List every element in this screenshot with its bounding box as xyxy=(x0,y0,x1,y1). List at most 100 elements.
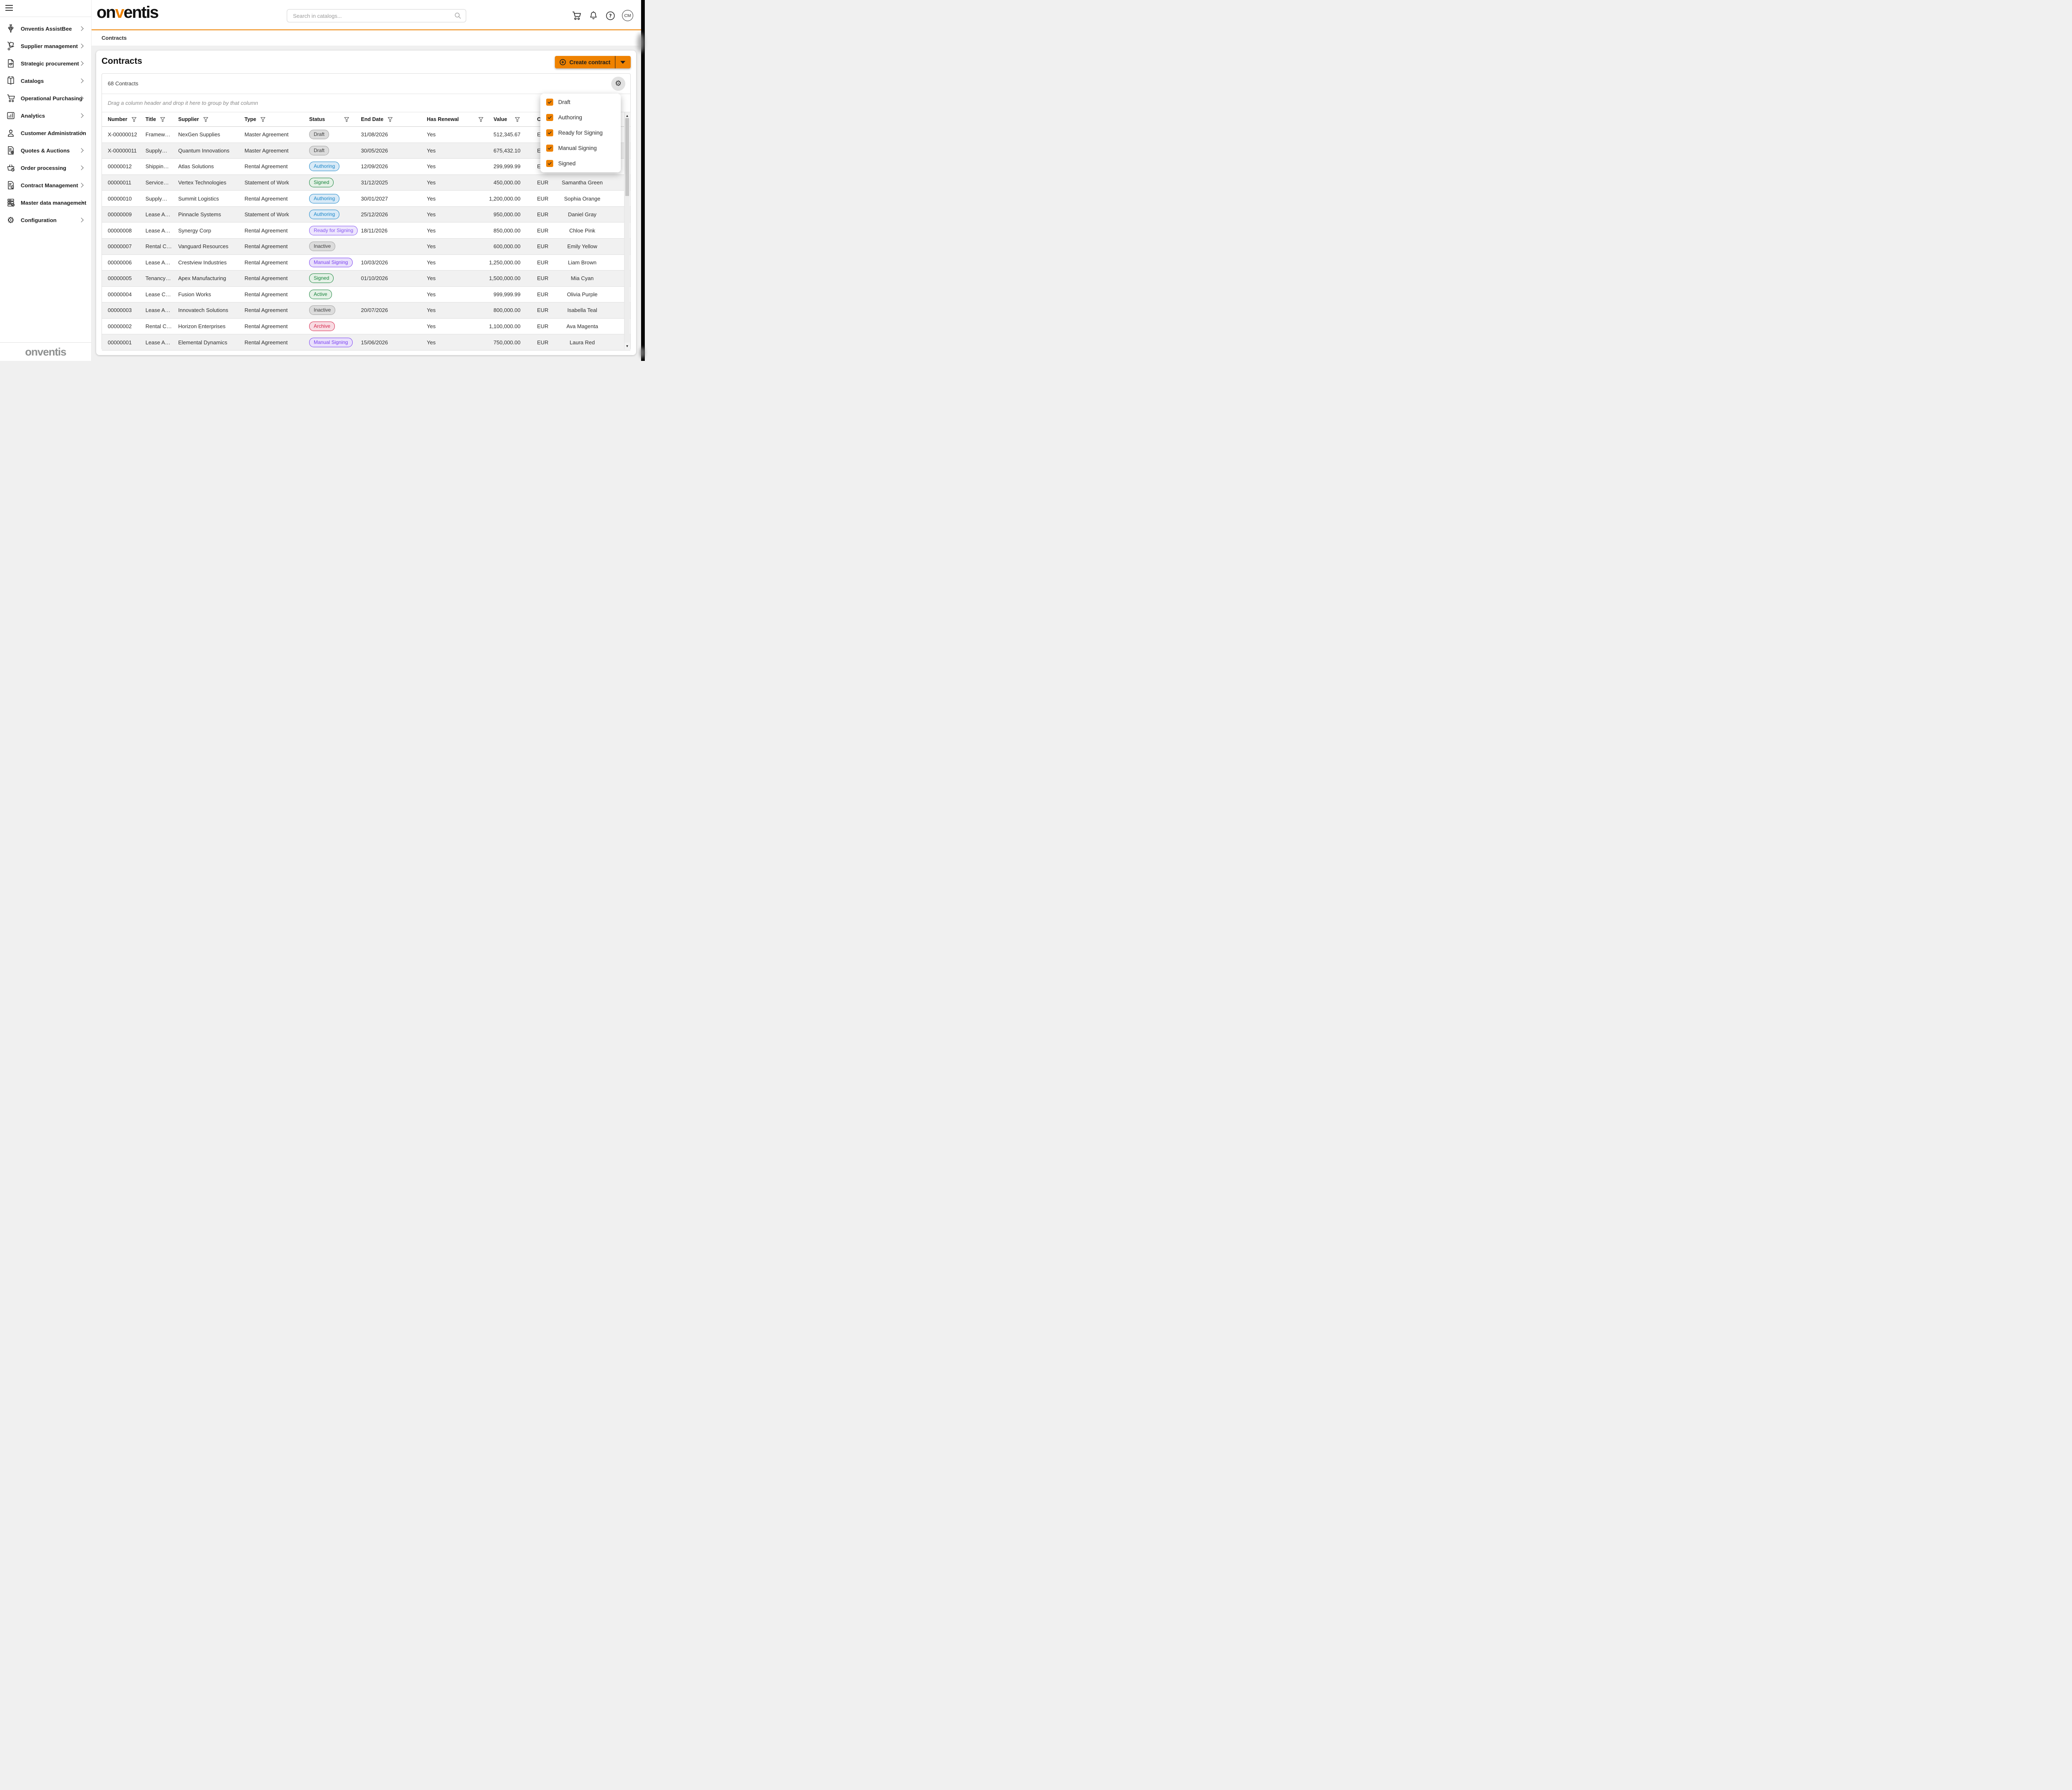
user-avatar[interactable]: CM xyxy=(622,10,633,21)
checked-checkbox-icon[interactable] xyxy=(546,160,553,167)
hand-truck-icon xyxy=(6,41,16,51)
column-settings-button[interactable]: ⚙ xyxy=(611,77,625,91)
column-header-number[interactable]: Number xyxy=(102,112,145,126)
search-input[interactable] xyxy=(292,12,454,19)
help-icon[interactable]: ? xyxy=(605,11,615,21)
table-row[interactable]: 00000003 Lease A… Innovatech Solutions R… xyxy=(102,302,630,319)
filter-funnel-icon[interactable] xyxy=(387,117,393,122)
sidebar-item-analytics[interactable]: Analytics xyxy=(0,107,91,124)
document-paragraph-icon: § xyxy=(6,180,16,190)
chevron-right-icon xyxy=(79,165,83,170)
table-row[interactable]: 00000005 Tenancy… Apex Manufacturing Ren… xyxy=(102,271,630,287)
status-badge: Draft xyxy=(309,146,329,155)
checked-checkbox-icon[interactable] xyxy=(546,99,553,106)
bell-icon[interactable] xyxy=(588,11,598,21)
filter-funnel-icon[interactable] xyxy=(515,117,520,122)
sidebar-item-master-data-management[interactable]: Master data management xyxy=(0,194,91,211)
screen-edge-smudge xyxy=(637,33,644,52)
status-badge: Authoring xyxy=(309,210,339,219)
table-row[interactable]: 00000007 Rental C… Vanguard Resources Re… xyxy=(102,239,630,255)
scroll-down-button[interactable]: ▼ xyxy=(625,343,630,349)
sidebar-item-customer-administration[interactable]: Customer Administration xyxy=(0,124,91,142)
sidebar-item-contract-management[interactable]: § Contract Management xyxy=(0,177,91,194)
sidebar-item-operational-purchasing[interactable]: Operational Purchasing xyxy=(0,90,91,107)
cell-supplier: Vanguard Resources xyxy=(178,239,244,254)
cell-has-renewal: Yes xyxy=(427,159,494,174)
cell-value: 512,345.67 xyxy=(494,127,537,143)
status-filter-option-ready-for-signing[interactable]: Ready for Signing xyxy=(540,125,621,140)
checked-checkbox-icon[interactable] xyxy=(546,129,553,136)
cell-end-date: 18/11/2026 xyxy=(361,223,427,238)
create-contract-dropdown-button[interactable] xyxy=(615,61,631,64)
cell-status: Draft xyxy=(309,127,361,143)
status-filter-option-authoring[interactable]: Authoring xyxy=(540,110,621,125)
cell-supplier: Innovatech Solutions xyxy=(178,302,244,318)
table-row[interactable]: 00000001 Lease A… Elemental Dynamics Ren… xyxy=(102,334,630,351)
sidebar-item-strategic-procurement[interactable]: Strategic procurement xyxy=(0,55,91,72)
search-icon[interactable] xyxy=(454,12,462,20)
sidebar-item-label: Onventis AssistBee xyxy=(21,26,72,32)
filter-funnel-icon[interactable] xyxy=(478,117,484,122)
document-handshake-icon xyxy=(6,58,16,68)
column-header-end-date[interactable]: End Date xyxy=(361,112,427,126)
column-header-status[interactable]: Status xyxy=(309,112,361,126)
chevron-down-icon xyxy=(620,61,625,64)
table-row[interactable]: 00000010 Supply… Summit Logistics Rental… xyxy=(102,191,630,207)
filter-funnel-icon[interactable] xyxy=(344,117,349,122)
filter-funnel-icon[interactable] xyxy=(203,117,208,122)
column-header-has-renewal[interactable]: Has Renewal xyxy=(427,112,494,126)
status-badge: Manual Signing xyxy=(309,338,353,347)
sidebar-item-order-processing[interactable]: Order processing xyxy=(0,159,91,177)
cell-supplier: Elemental Dynamics xyxy=(178,334,244,350)
cell-number: 00000007 xyxy=(102,239,145,254)
cell-currency: EUR xyxy=(537,175,553,191)
cell-has-renewal: Yes xyxy=(427,271,494,286)
cell-type: Master Agreement xyxy=(244,127,309,143)
chevron-right-icon xyxy=(79,148,83,152)
breadcrumb[interactable]: Contracts xyxy=(102,35,127,41)
vertical-scrollbar[interactable]: ▲ ▼ xyxy=(624,112,630,349)
checked-checkbox-icon[interactable] xyxy=(546,114,553,121)
sidebar-item-label: Analytics xyxy=(21,113,45,119)
user-icon xyxy=(6,128,16,138)
filter-funnel-icon[interactable] xyxy=(131,117,137,122)
sidebar-item-configuration[interactable]: ⚙ Configuration xyxy=(0,211,91,229)
table-row[interactable]: 00000008 Lease A… Synergy Corp Rental Ag… xyxy=(102,223,630,239)
column-header-type[interactable]: Type xyxy=(244,112,309,126)
status-filter-option-manual-signing[interactable]: Manual Signing xyxy=(540,140,621,156)
filter-funnel-icon[interactable] xyxy=(160,117,165,122)
table-row[interactable]: 00000009 Lease A… Pinnacle Systems State… xyxy=(102,207,630,223)
filter-funnel-icon[interactable] xyxy=(260,117,266,122)
status-filter-option-signed[interactable]: Signed xyxy=(540,156,621,171)
checked-checkbox-icon[interactable] xyxy=(546,145,553,152)
column-header-supplier[interactable]: Supplier xyxy=(178,112,244,126)
cell-end-date: 12/09/2026 xyxy=(361,159,427,174)
table-row[interactable]: 00000002 Rental C… Horizon Enterprises R… xyxy=(102,319,630,335)
column-header-value[interactable]: Value xyxy=(494,112,537,126)
cell-currency: EUR xyxy=(537,255,553,271)
cell-number: X-00000012 xyxy=(102,127,145,143)
status-badge: Manual Signing xyxy=(309,258,353,267)
cell-contact: Samantha Green xyxy=(553,175,612,191)
bar-chart-icon xyxy=(6,111,16,121)
hamburger-menu-icon[interactable] xyxy=(5,5,13,11)
cell-status: Authoring xyxy=(309,159,361,174)
table-row[interactable]: 00000004 Lease C… Fusion Works Rental Ag… xyxy=(102,287,630,303)
cell-supplier: NexGen Supplies xyxy=(178,127,244,143)
cell-supplier: Synergy Corp xyxy=(178,223,244,238)
status-filter-option-draft[interactable]: Draft xyxy=(540,94,621,110)
table-row[interactable]: 00000006 Lease A… Crestview Industries R… xyxy=(102,255,630,271)
sidebar-item-supplier-management[interactable]: Supplier management xyxy=(0,37,91,55)
sidebar-item-quotes-auctions[interactable]: Quotes & Auctions xyxy=(0,142,91,159)
cell-currency: EUR xyxy=(537,271,553,286)
table-row[interactable]: 00000011 Service… Vertex Technologies St… xyxy=(102,175,630,191)
sidebar-item-onventis-assistbee[interactable]: Onventis AssistBee xyxy=(0,20,91,37)
cell-contact: Daniel Gray xyxy=(553,207,612,223)
column-header-title[interactable]: Title xyxy=(145,112,178,126)
cell-currency: EUR xyxy=(537,334,553,350)
scrollbar-thumb[interactable] xyxy=(625,118,629,196)
sidebar-item-catalogs[interactable]: Catalogs xyxy=(0,72,91,90)
cart-icon[interactable] xyxy=(571,10,582,21)
create-contract-button[interactable]: Create contract xyxy=(555,56,631,68)
cell-value: 1,500,000.00 xyxy=(494,271,537,286)
